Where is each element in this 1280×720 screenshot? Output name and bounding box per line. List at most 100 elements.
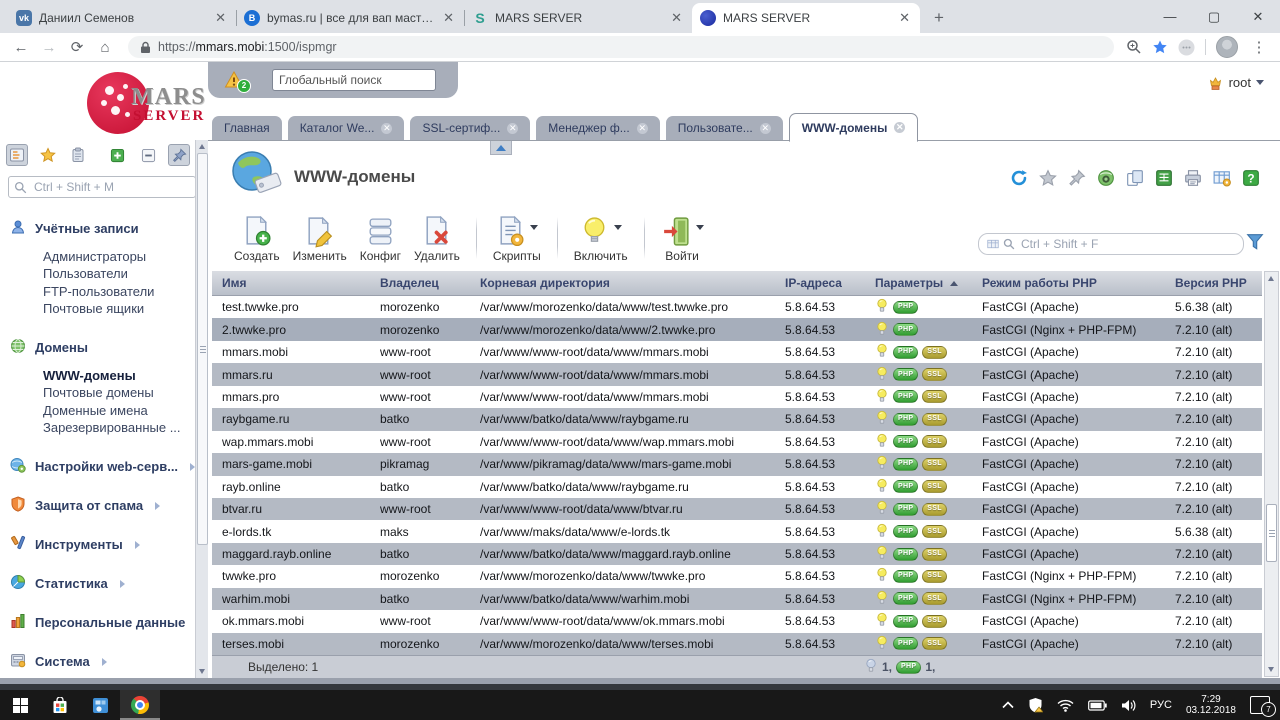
sidebar-section-bars[interactable]: Персональные данные [10, 613, 208, 632]
browser-tab[interactable]: vkДаниил Семенов✕ [8, 3, 236, 33]
toolbar-button-scripts[interactable]: Скрипты [493, 215, 541, 263]
page-tab[interactable]: WWW-домены✕ [789, 113, 919, 142]
home-button[interactable]: ⌂ [94, 36, 116, 58]
user-menu[interactable]: root [1207, 74, 1264, 91]
sidebar-section-system[interactable]: Система [10, 652, 208, 671]
toolbar-button-edit[interactable]: Изменить [293, 215, 347, 263]
sidebar-item[interactable]: Пользователи [10, 266, 208, 284]
refresh-icon[interactable] [1010, 169, 1028, 187]
dropdown-caret-icon[interactable] [614, 225, 622, 230]
tray-chevron-icon[interactable] [1002, 701, 1014, 709]
battery-icon[interactable] [1088, 700, 1107, 711]
sidebar-item[interactable]: Почтовые ящики [10, 301, 208, 319]
sidebar-scroll-thumb[interactable] [197, 153, 208, 545]
site-icon[interactable] [1097, 169, 1115, 187]
bookmark-star-icon[interactable] [1152, 39, 1168, 55]
zoom-icon[interactable] [1126, 39, 1142, 55]
back-button[interactable]: ← [10, 36, 32, 58]
star-icon[interactable] [1039, 169, 1057, 187]
profile-avatar[interactable] [1216, 36, 1238, 58]
column-header[interactable]: Владелец [370, 276, 470, 290]
column-header[interactable]: Параметры [865, 276, 972, 290]
page-tab[interactable]: Каталог We...✕ [288, 116, 405, 140]
sidebar-item[interactable]: Администраторы [10, 248, 208, 266]
tab-close-icon[interactable]: ✕ [897, 10, 912, 26]
chrome-taskbar-icon[interactable] [120, 690, 160, 720]
volume-icon[interactable] [1121, 699, 1136, 712]
table-row[interactable]: wap.mmars.mobiwww-root/var/www/www-root/… [212, 431, 1262, 453]
store-icon[interactable] [40, 690, 80, 720]
forward-button[interactable]: → [38, 36, 60, 58]
column-header[interactable]: Версия PHP [1165, 276, 1262, 290]
warning-icon[interactable]: 2 [224, 71, 244, 89]
security-shield-icon[interactable] [1028, 697, 1043, 713]
page-tab[interactable]: Пользовате...✕ [666, 116, 783, 140]
sidebar-section-pie[interactable]: Статистика [10, 574, 208, 593]
scroll-down-icon[interactable] [1268, 667, 1274, 672]
dropdown-caret-icon[interactable] [530, 225, 538, 230]
table-settings-icon[interactable] [1213, 169, 1231, 187]
sidebar-item[interactable]: Почтовые домены [10, 385, 208, 403]
scroll-up-icon[interactable] [1268, 276, 1274, 281]
maximize-button[interactable]: ▢ [1192, 0, 1236, 33]
table-row[interactable]: mmars.mobiwww-root/var/www/www-root/data… [212, 341, 1262, 363]
table-scrollbar[interactable] [1264, 271, 1279, 677]
table-row[interactable]: terses.mobimorozenko/var/www/morozenko/d… [212, 633, 1262, 655]
menu-view-icon[interactable] [6, 144, 28, 166]
toolbar-button-bulb[interactable]: Включить [574, 215, 628, 263]
column-header[interactable]: Имя [212, 276, 370, 290]
pin-icon[interactable] [1068, 169, 1086, 187]
page-tab[interactable]: Менеджер ф...✕ [536, 116, 659, 140]
browser-tab[interactable]: Bbymas.ru | все для вап мастера✕ [236, 3, 464, 33]
excel-icon[interactable] [1155, 169, 1173, 187]
dropdown-caret-icon[interactable] [696, 225, 704, 230]
page-tab-close-icon[interactable]: ✕ [381, 123, 392, 134]
sidebar-scrollbar[interactable] [195, 140, 208, 678]
copy-icon[interactable] [1126, 169, 1144, 187]
sidebar-search-input[interactable] [32, 179, 176, 195]
action-center-icon[interactable]: 7 [1250, 696, 1270, 714]
sidebar-section-webset[interactable]: Настройки web-серв... [10, 457, 208, 476]
sidebar-item[interactable]: WWW-домены [10, 367, 208, 385]
page-tab-close-icon[interactable]: ✕ [637, 123, 648, 134]
table-row[interactable]: maggard.rayb.onlinebatko/var/www/batko/d… [212, 543, 1262, 565]
reload-button[interactable]: ⟳ [66, 36, 88, 58]
collapse-all-icon[interactable] [138, 144, 160, 166]
toolbar-button-delete[interactable]: Удалить [414, 215, 460, 263]
scroll-down-icon[interactable] [199, 669, 205, 674]
sidebar-section-tools[interactable]: Инструменты [10, 535, 208, 554]
keyboard-language[interactable]: РУС [1150, 699, 1172, 711]
minimize-button[interactable]: — [1148, 0, 1192, 33]
wifi-icon[interactable] [1057, 699, 1074, 712]
sidebar-item[interactable]: Доменные имена [10, 402, 208, 420]
table-row[interactable]: ok.mmars.mobiwww-root/var/www/www-root/d… [212, 610, 1262, 632]
sidebar-section-user[interactable]: Учётные записи [10, 219, 208, 238]
sidebar-item[interactable]: FTP-пользователи [10, 283, 208, 301]
page-tab-close-icon[interactable]: ✕ [760, 123, 771, 134]
column-header[interactable]: Корневая директория [470, 276, 775, 290]
table-row[interactable]: mmars.prowww-root/var/www/www-root/data/… [212, 386, 1262, 408]
table-row[interactable]: mmars.ruwww-root/var/www/www-root/data/w… [212, 363, 1262, 385]
chrome-menu-icon[interactable]: ⋮ [1248, 36, 1270, 58]
page-tab-close-icon[interactable]: ✕ [507, 123, 518, 134]
tab-close-icon[interactable]: ✕ [213, 10, 228, 26]
close-button[interactable]: ✕ [1236, 0, 1280, 33]
table-row[interactable]: mars-game.mobipikramag/var/www/pikramag/… [212, 453, 1262, 475]
expand-all-icon[interactable] [107, 144, 129, 166]
toolbar-button-create[interactable]: Создать [234, 215, 280, 263]
print-icon[interactable] [1184, 169, 1202, 187]
table-scroll-thumb[interactable] [1266, 504, 1277, 562]
sidebar-section-shield[interactable]: Защита от спама [10, 496, 208, 515]
column-header[interactable]: Режим работы PHP [972, 276, 1165, 290]
table-row[interactable]: twwke.promorozenko/var/www/morozenko/dat… [212, 565, 1262, 587]
page-tab[interactable]: Главная [212, 116, 282, 140]
column-header[interactable]: IP-адреса [775, 276, 865, 290]
tab-close-icon[interactable]: ✕ [669, 10, 684, 26]
filter-funnel-icon[interactable] [1246, 233, 1264, 251]
scroll-up-icon[interactable] [199, 144, 205, 149]
pin-sidebar-icon[interactable] [168, 144, 190, 166]
table-row[interactable]: rayb.onlinebatko/var/www/batko/data/www/… [212, 476, 1262, 498]
sidebar-section-globe[interactable]: Домены [10, 338, 208, 357]
sidebar-item[interactable]: Зарезервированные ... [10, 420, 208, 438]
tab-close-icon[interactable]: ✕ [441, 10, 456, 26]
